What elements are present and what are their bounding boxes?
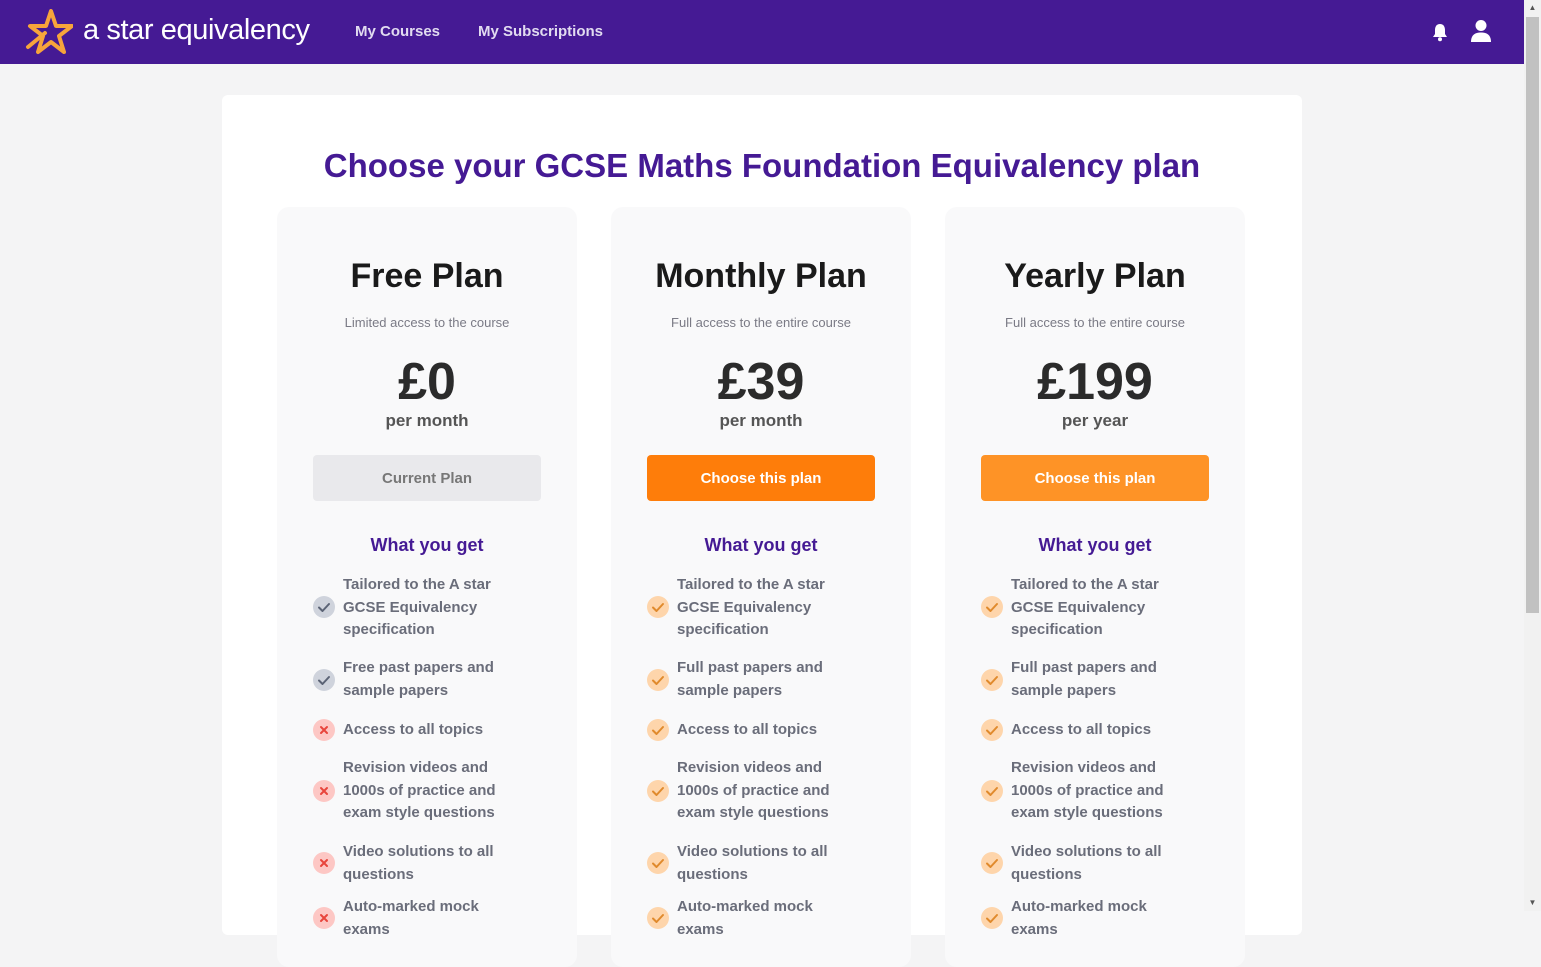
- user-icon[interactable]: [1470, 19, 1492, 43]
- cross-icon: [313, 907, 335, 929]
- check-icon: [981, 596, 1003, 618]
- feature-text: Revision videos and 1000s of practice an…: [677, 759, 830, 821]
- plan-name: Yearly Plan: [1004, 257, 1186, 295]
- scrollbar-thumb[interactable]: [1526, 17, 1539, 613]
- check-icon: [647, 719, 669, 741]
- bell-icon[interactable]: [1430, 22, 1450, 42]
- check-icon: [981, 719, 1003, 741]
- check-icon: [981, 780, 1003, 802]
- plan-price: £39: [717, 353, 805, 411]
- feature-text: Revision videos and 1000s of practice an…: [343, 759, 496, 821]
- feature-text: Access to all topics: [343, 721, 484, 738]
- check-icon: [313, 596, 335, 618]
- plan-name: Monthly Plan: [655, 257, 867, 295]
- feature-text: Tailored to the A star GCSE Equivalency …: [1011, 576, 1159, 638]
- check-icon: [981, 907, 1003, 929]
- feature-text: Free past papers and sample papers: [343, 659, 494, 699]
- check-icon: [313, 669, 335, 691]
- check-icon: [647, 780, 669, 802]
- plan-period: per year: [1061, 411, 1129, 430]
- check-icon: [647, 907, 669, 929]
- check-icon: [981, 852, 1003, 874]
- scroll-down-arrow-icon[interactable]: ▼: [1524, 895, 1541, 911]
- plan-price: £199: [1037, 353, 1153, 411]
- plan-name: Free Plan: [350, 257, 504, 295]
- plan-description: Limited access to the course: [344, 315, 510, 330]
- check-icon: [647, 669, 669, 691]
- vertical-scrollbar[interactable]: ▲ ▼: [1524, 0, 1541, 911]
- plan-price: £0: [398, 353, 456, 411]
- nav-my-courses[interactable]: My Courses: [355, 23, 440, 40]
- feature-text: Tailored to the A star GCSE Equivalency …: [677, 576, 825, 638]
- feature-text: Full past papers and sample papers: [1011, 659, 1157, 699]
- nav-my-subscriptions[interactable]: My Subscriptions: [478, 23, 603, 40]
- current-plan-button[interactable]: Current Plan: [313, 455, 541, 501]
- plan-card-monthly: Monthly Plan Full access to the entire c…: [611, 207, 911, 967]
- cross-icon: [313, 852, 335, 874]
- plan-card-free: Free Plan Limited access to the course £…: [277, 207, 577, 967]
- plan-description: Full access to the entire course: [1005, 315, 1185, 330]
- choose-yearly-plan-button[interactable]: Choose this plan: [981, 455, 1209, 501]
- plan-card-yearly: Yearly Plan Full access to the entire co…: [945, 207, 1245, 967]
- features-heading: What you get: [704, 535, 818, 555]
- feature-text: Video solutions to all questions: [1011, 843, 1162, 883]
- top-navigation-bar: a star equivalency My Courses My Subscri…: [0, 0, 1524, 64]
- scroll-up-arrow-icon[interactable]: ▲: [1524, 0, 1541, 16]
- feature-text: Full past papers and sample papers: [677, 659, 823, 699]
- cross-icon: [313, 719, 335, 741]
- feature-text: Access to all topics: [677, 721, 818, 738]
- cross-icon: [313, 780, 335, 802]
- check-icon: [647, 852, 669, 874]
- feature-text: Revision videos and 1000s of practice an…: [1011, 759, 1164, 821]
- feature-text: Auto-marked mock exams: [677, 898, 813, 938]
- feature-text: Auto-marked mock exams: [343, 898, 479, 938]
- plan-period: per month: [385, 411, 469, 430]
- brand-name[interactable]: a star equivalency: [83, 14, 310, 47]
- feature-text: Tailored to the A star GCSE Equivalency …: [343, 576, 491, 638]
- feature-text: Access to all topics: [1011, 721, 1152, 738]
- feature-text: Auto-marked mock exams: [1011, 898, 1147, 938]
- feature-text: Video solutions to all questions: [677, 843, 828, 883]
- page-title: Choose your GCSE Maths Foundation Equiva…: [323, 147, 1201, 184]
- check-icon: [981, 669, 1003, 691]
- plan-period: per month: [719, 411, 803, 430]
- check-icon: [647, 596, 669, 618]
- features-heading: What you get: [1038, 535, 1152, 555]
- plan-description: Full access to the entire course: [671, 315, 851, 330]
- star-logo-icon[interactable]: [25, 9, 73, 55]
- choose-monthly-plan-button[interactable]: Choose this plan: [647, 455, 875, 501]
- features-heading: What you get: [370, 535, 484, 555]
- feature-text: Video solutions to all questions: [343, 843, 494, 883]
